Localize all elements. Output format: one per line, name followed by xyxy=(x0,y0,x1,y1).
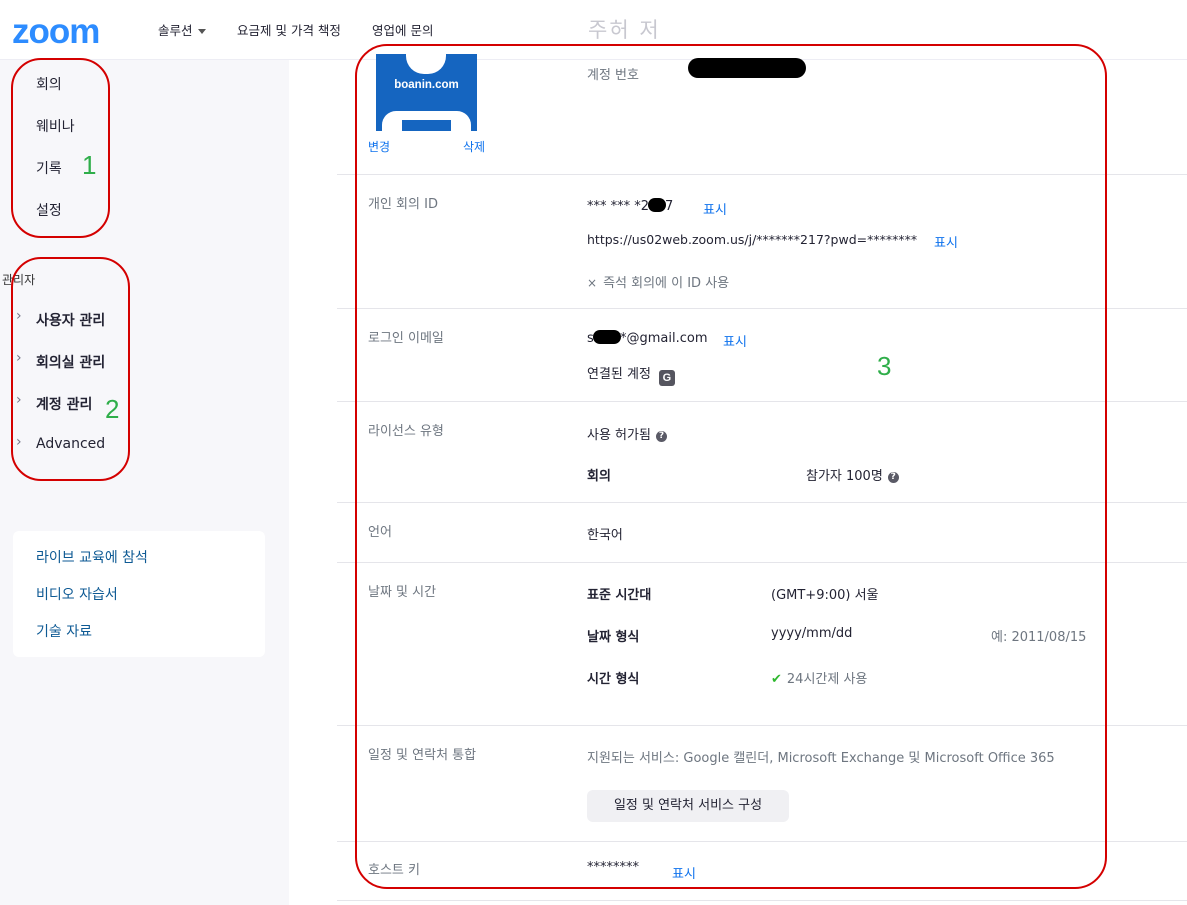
annotation-number-3: 3 xyxy=(877,351,892,381)
knowledge-base-link[interactable]: 기술 자료 xyxy=(36,621,92,641)
chevron-down-icon xyxy=(197,29,206,34)
annotation-box-3 xyxy=(355,44,1107,889)
live-training-link[interactable]: 라이브 교육에 참석 xyxy=(36,547,148,567)
nav-pricing[interactable]: 요금제 및 가격 책정 xyxy=(237,20,341,39)
nav-solutions-label: 솔루션 xyxy=(158,23,193,38)
nav-solutions[interactable]: 솔루션 xyxy=(158,20,206,39)
annotation-box-2 xyxy=(11,257,130,481)
nav-contact-sales[interactable]: 영업에 문의 xyxy=(372,20,433,39)
help-card: 라이브 교육에 참석 비디오 자습서 기술 자료 xyxy=(13,531,265,657)
annotation-box-1 xyxy=(11,58,110,238)
zoom-logo[interactable]: zoom xyxy=(12,12,100,52)
page-title: 주허 저 xyxy=(588,18,661,42)
annotation-number-2: 2 xyxy=(105,394,120,424)
video-tutorials-link[interactable]: 비디오 자습서 xyxy=(36,584,118,604)
annotation-number-1: 1 xyxy=(82,150,97,180)
divider xyxy=(337,900,1187,901)
